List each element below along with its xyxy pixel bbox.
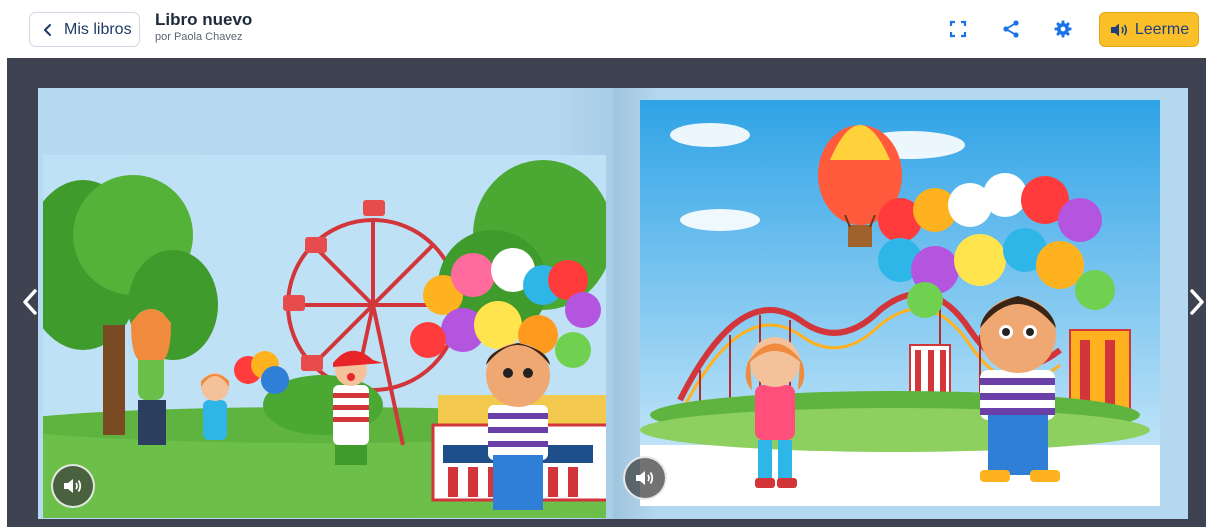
share-button[interactable] <box>998 16 1024 42</box>
page-audio-button-right[interactable] <box>623 456 667 500</box>
settings-button[interactable] <box>1050 16 1076 42</box>
chevron-right-icon <box>1190 289 1204 315</box>
gear-icon <box>1054 20 1072 38</box>
top-bar: Mis libros Libro nuevo por Paola Chavez <box>0 0 1206 58</box>
next-page-button[interactable] <box>1185 286 1206 318</box>
book-viewer <box>7 58 1206 527</box>
share-icon <box>1003 20 1019 38</box>
speaker-icon <box>1110 23 1127 36</box>
speaker-icon <box>64 479 82 493</box>
book-title: Libro nuevo <box>155 10 253 29</box>
chevron-left-icon <box>44 23 51 36</box>
fullscreen-icon <box>949 20 967 38</box>
book-title-block: Libro nuevo por Paola Chavez <box>155 10 252 44</box>
amusement-park-illustration <box>640 100 1160 506</box>
open-book <box>38 88 1188 519</box>
read-aloud-label: Leerme <box>1134 20 1190 38</box>
left-page <box>38 88 613 519</box>
page-audio-button-left[interactable] <box>51 464 95 508</box>
back-button-label: Mis libros <box>64 20 132 38</box>
right-page <box>613 88 1188 519</box>
back-to-library-button[interactable]: Mis libros <box>29 12 140 47</box>
fullscreen-button[interactable] <box>945 16 971 42</box>
read-aloud-button[interactable]: Leerme <box>1099 12 1199 47</box>
speaker-icon <box>636 471 654 485</box>
book-author: por Paola Chavez <box>155 31 243 43</box>
fairground-illustration <box>43 155 606 518</box>
chevron-left-icon <box>23 289 37 315</box>
